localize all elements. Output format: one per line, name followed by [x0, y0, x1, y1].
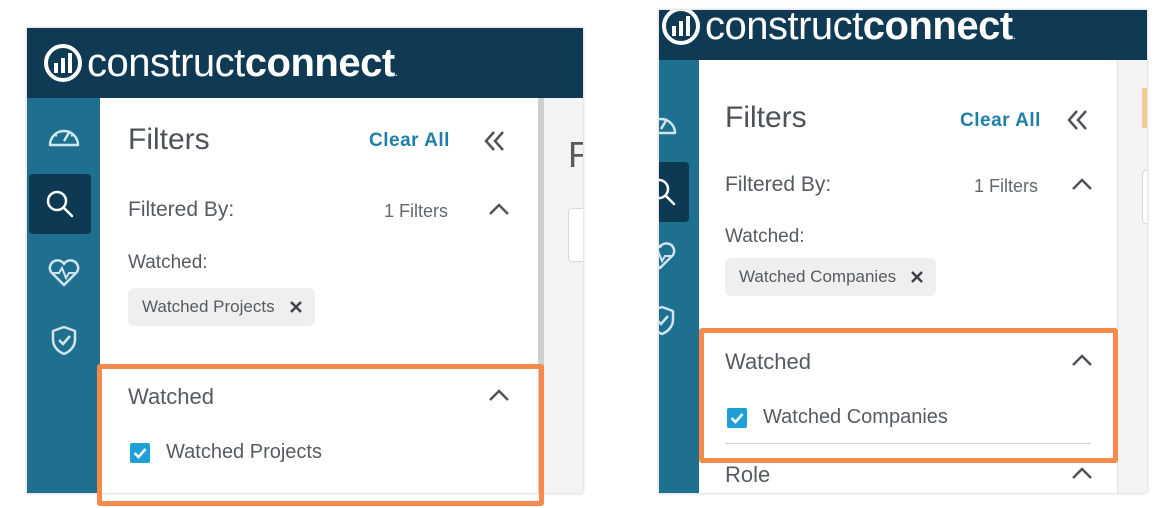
search-icon	[659, 178, 676, 206]
app-header: constructconnect.	[659, 10, 1147, 60]
brand-logo: constructconnect.	[87, 41, 398, 86]
left-screenshot-panel: constructconnect. Filters Clear All Filt…	[27, 28, 583, 493]
section-divider	[725, 443, 1091, 444]
checkmark-icon	[730, 412, 744, 424]
rail-item-dashboard[interactable]	[659, 94, 699, 154]
checkbox-checked[interactable]	[130, 442, 150, 463]
watched-filter-label: Watched:	[725, 226, 805, 247]
checkmark-icon	[133, 447, 147, 459]
filtered-by-label: Filtered By:	[725, 173, 832, 196]
double-chevron-left-icon[interactable]	[483, 130, 507, 152]
main-content-edge: F	[538, 98, 583, 493]
checkbox-label: Watched Projects	[166, 441, 322, 463]
chevron-up-icon[interactable]	[488, 202, 510, 216]
filters-panel: Filters Clear All Filtered By: 1 Filters…	[100, 98, 538, 493]
shield-check-icon	[659, 305, 675, 336]
logo-text-bold: connect	[244, 40, 395, 85]
logo-text-light: construct	[705, 10, 863, 48]
nav-rail	[659, 60, 699, 493]
chevron-up-icon[interactable]	[1071, 353, 1093, 367]
logo-text-light: construct	[87, 40, 245, 85]
logo-mark-dot: .	[394, 64, 398, 79]
heart-pulse-icon	[48, 259, 79, 287]
main-input-partial	[1142, 170, 1147, 224]
logo-text-bold: connect	[862, 10, 1013, 48]
chevron-up-icon[interactable]	[1071, 177, 1093, 191]
checkbox-checked[interactable]	[727, 407, 747, 428]
filters-title: Filters	[725, 101, 807, 134]
role-section-title[interactable]: Role	[725, 462, 770, 488]
logo-mark-dot: .	[1012, 27, 1016, 42]
chevron-up-icon[interactable]	[488, 388, 510, 402]
dashboard-gauge-icon	[48, 129, 79, 147]
active-filter-chip: Watched Companies	[725, 258, 937, 296]
brand-logo: constructconnect.	[705, 10, 1016, 49]
right-screenshot-panel: constructconnect. Filters Clear All Filt…	[659, 10, 1147, 493]
rail-item-security[interactable]	[27, 310, 100, 370]
rail-item-security[interactable]	[659, 290, 699, 350]
remove-filter-icon[interactable]	[289, 300, 303, 314]
search-icon	[46, 190, 74, 218]
rail-item-search[interactable]	[29, 174, 91, 234]
logo-mark-icon	[662, 10, 700, 45]
watched-filter-label: Watched:	[128, 252, 208, 273]
clear-all-link[interactable]: Clear All	[369, 130, 450, 152]
active-filter-chip: Watched Projects	[128, 288, 315, 326]
main-heading-partial: F	[568, 134, 583, 175]
watched-companies-option[interactable]: Watched Companies	[727, 406, 948, 429]
main-input-partial	[568, 208, 583, 262]
rail-item-search[interactable]	[659, 162, 689, 222]
chip-label: Watched Companies	[739, 267, 897, 286]
checkbox-label: Watched Companies	[763, 406, 948, 428]
filters-panel: Filters Clear All Filtered By: 1 Filters…	[699, 60, 1117, 493]
nav-rail	[27, 98, 100, 493]
app-header: constructconnect.	[27, 28, 583, 98]
watched-projects-option[interactable]: Watched Projects	[130, 441, 322, 464]
filters-title: Filters	[128, 123, 210, 156]
chip-label: Watched Projects	[142, 297, 275, 316]
filtered-by-label: Filtered By:	[128, 198, 235, 221]
rail-item-health[interactable]	[659, 225, 699, 285]
logo-mark-icon	[44, 44, 82, 82]
double-chevron-left-icon[interactable]	[1066, 109, 1090, 131]
chevron-up-icon[interactable]	[1071, 466, 1093, 480]
rail-item-health[interactable]	[27, 242, 100, 302]
watched-section-title[interactable]: Watched	[128, 384, 214, 410]
clear-all-link[interactable]: Clear All	[960, 110, 1041, 132]
watched-section-title[interactable]: Watched	[725, 349, 811, 375]
rail-item-dashboard[interactable]	[27, 106, 100, 166]
filter-count: 1 Filters	[384, 201, 449, 221]
filter-count: 1 Filters	[974, 176, 1039, 196]
main-content-edge	[1117, 60, 1147, 493]
main-accent-partial	[1142, 88, 1147, 128]
remove-filter-icon[interactable]	[910, 270, 924, 284]
shield-check-icon	[51, 325, 76, 356]
dashboard-gauge-icon	[659, 117, 677, 135]
heart-pulse-icon	[659, 242, 676, 270]
